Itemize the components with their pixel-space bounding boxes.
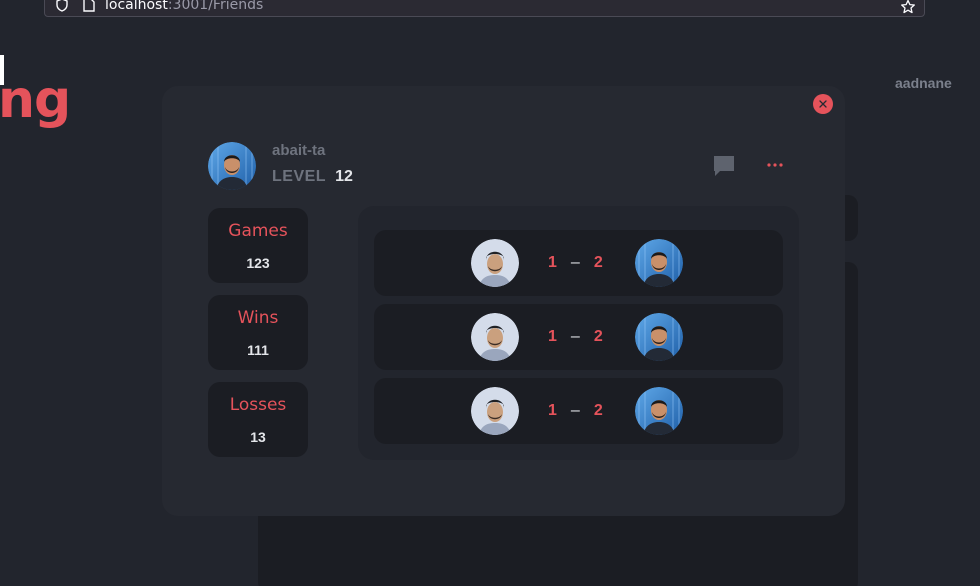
stat-games: Games 123	[208, 208, 308, 283]
stat-value: 123	[246, 255, 270, 271]
app-logo: ng	[0, 70, 71, 130]
profile-username: abait-ta	[272, 142, 326, 159]
score-b: 2	[593, 254, 603, 271]
level-value: 12	[335, 168, 353, 185]
score-b: 2	[593, 402, 603, 419]
player-avatar	[471, 239, 519, 287]
opponent-avatar	[635, 239, 683, 287]
stat-label: Games	[228, 221, 288, 241]
player-avatar	[471, 387, 519, 435]
player-avatar	[471, 313, 519, 361]
current-user-name[interactable]: aadnane	[895, 75, 952, 91]
score-separator: –	[570, 402, 580, 419]
stat-value: 111	[247, 342, 269, 358]
chat-icon[interactable]	[712, 154, 736, 178]
opponent-avatar	[635, 387, 683, 435]
stat-label: Losses	[229, 395, 287, 415]
more-icon	[767, 163, 783, 167]
profile-level: LEVEL 12	[272, 168, 353, 186]
match-row[interactable]: 1 – 2	[374, 230, 783, 296]
match-score: 1 – 2	[548, 328, 603, 346]
score-a: 1	[548, 402, 557, 419]
stat-losses: Losses 13	[208, 382, 308, 457]
score-separator: –	[570, 254, 580, 271]
level-label: LEVEL	[272, 168, 327, 185]
match-row[interactable]: 1 – 2	[374, 304, 783, 370]
more-options-button[interactable]	[764, 154, 786, 176]
match-score: 1 – 2	[548, 254, 603, 272]
browser-url-bar[interactable]: localhost:3001/Friends	[44, 0, 925, 17]
close-button[interactable]	[813, 94, 833, 114]
score-separator: –	[570, 328, 580, 345]
close-icon	[819, 100, 827, 108]
profile-avatar	[208, 142, 256, 190]
match-score: 1 – 2	[548, 402, 603, 420]
score-a: 1	[548, 328, 557, 345]
stat-label: Wins	[237, 308, 279, 328]
match-row[interactable]: 1 – 2	[374, 378, 783, 444]
bookmark-star-icon[interactable]	[900, 0, 916, 15]
profile-modal: abait-ta LEVEL 12 Games 123 Wins 111 Los…	[162, 86, 845, 516]
url-text: localhost:3001/Friends	[105, 0, 264, 13]
match-history: 1 – 2 1 – 2 1 – 2	[358, 206, 799, 460]
stat-value: 13	[250, 429, 266, 445]
shield-icon	[56, 0, 68, 12]
opponent-avatar	[635, 313, 683, 361]
score-b: 2	[593, 328, 603, 345]
stat-wins: Wins 111	[208, 295, 308, 370]
page-icon	[83, 0, 95, 12]
score-a: 1	[548, 254, 557, 271]
